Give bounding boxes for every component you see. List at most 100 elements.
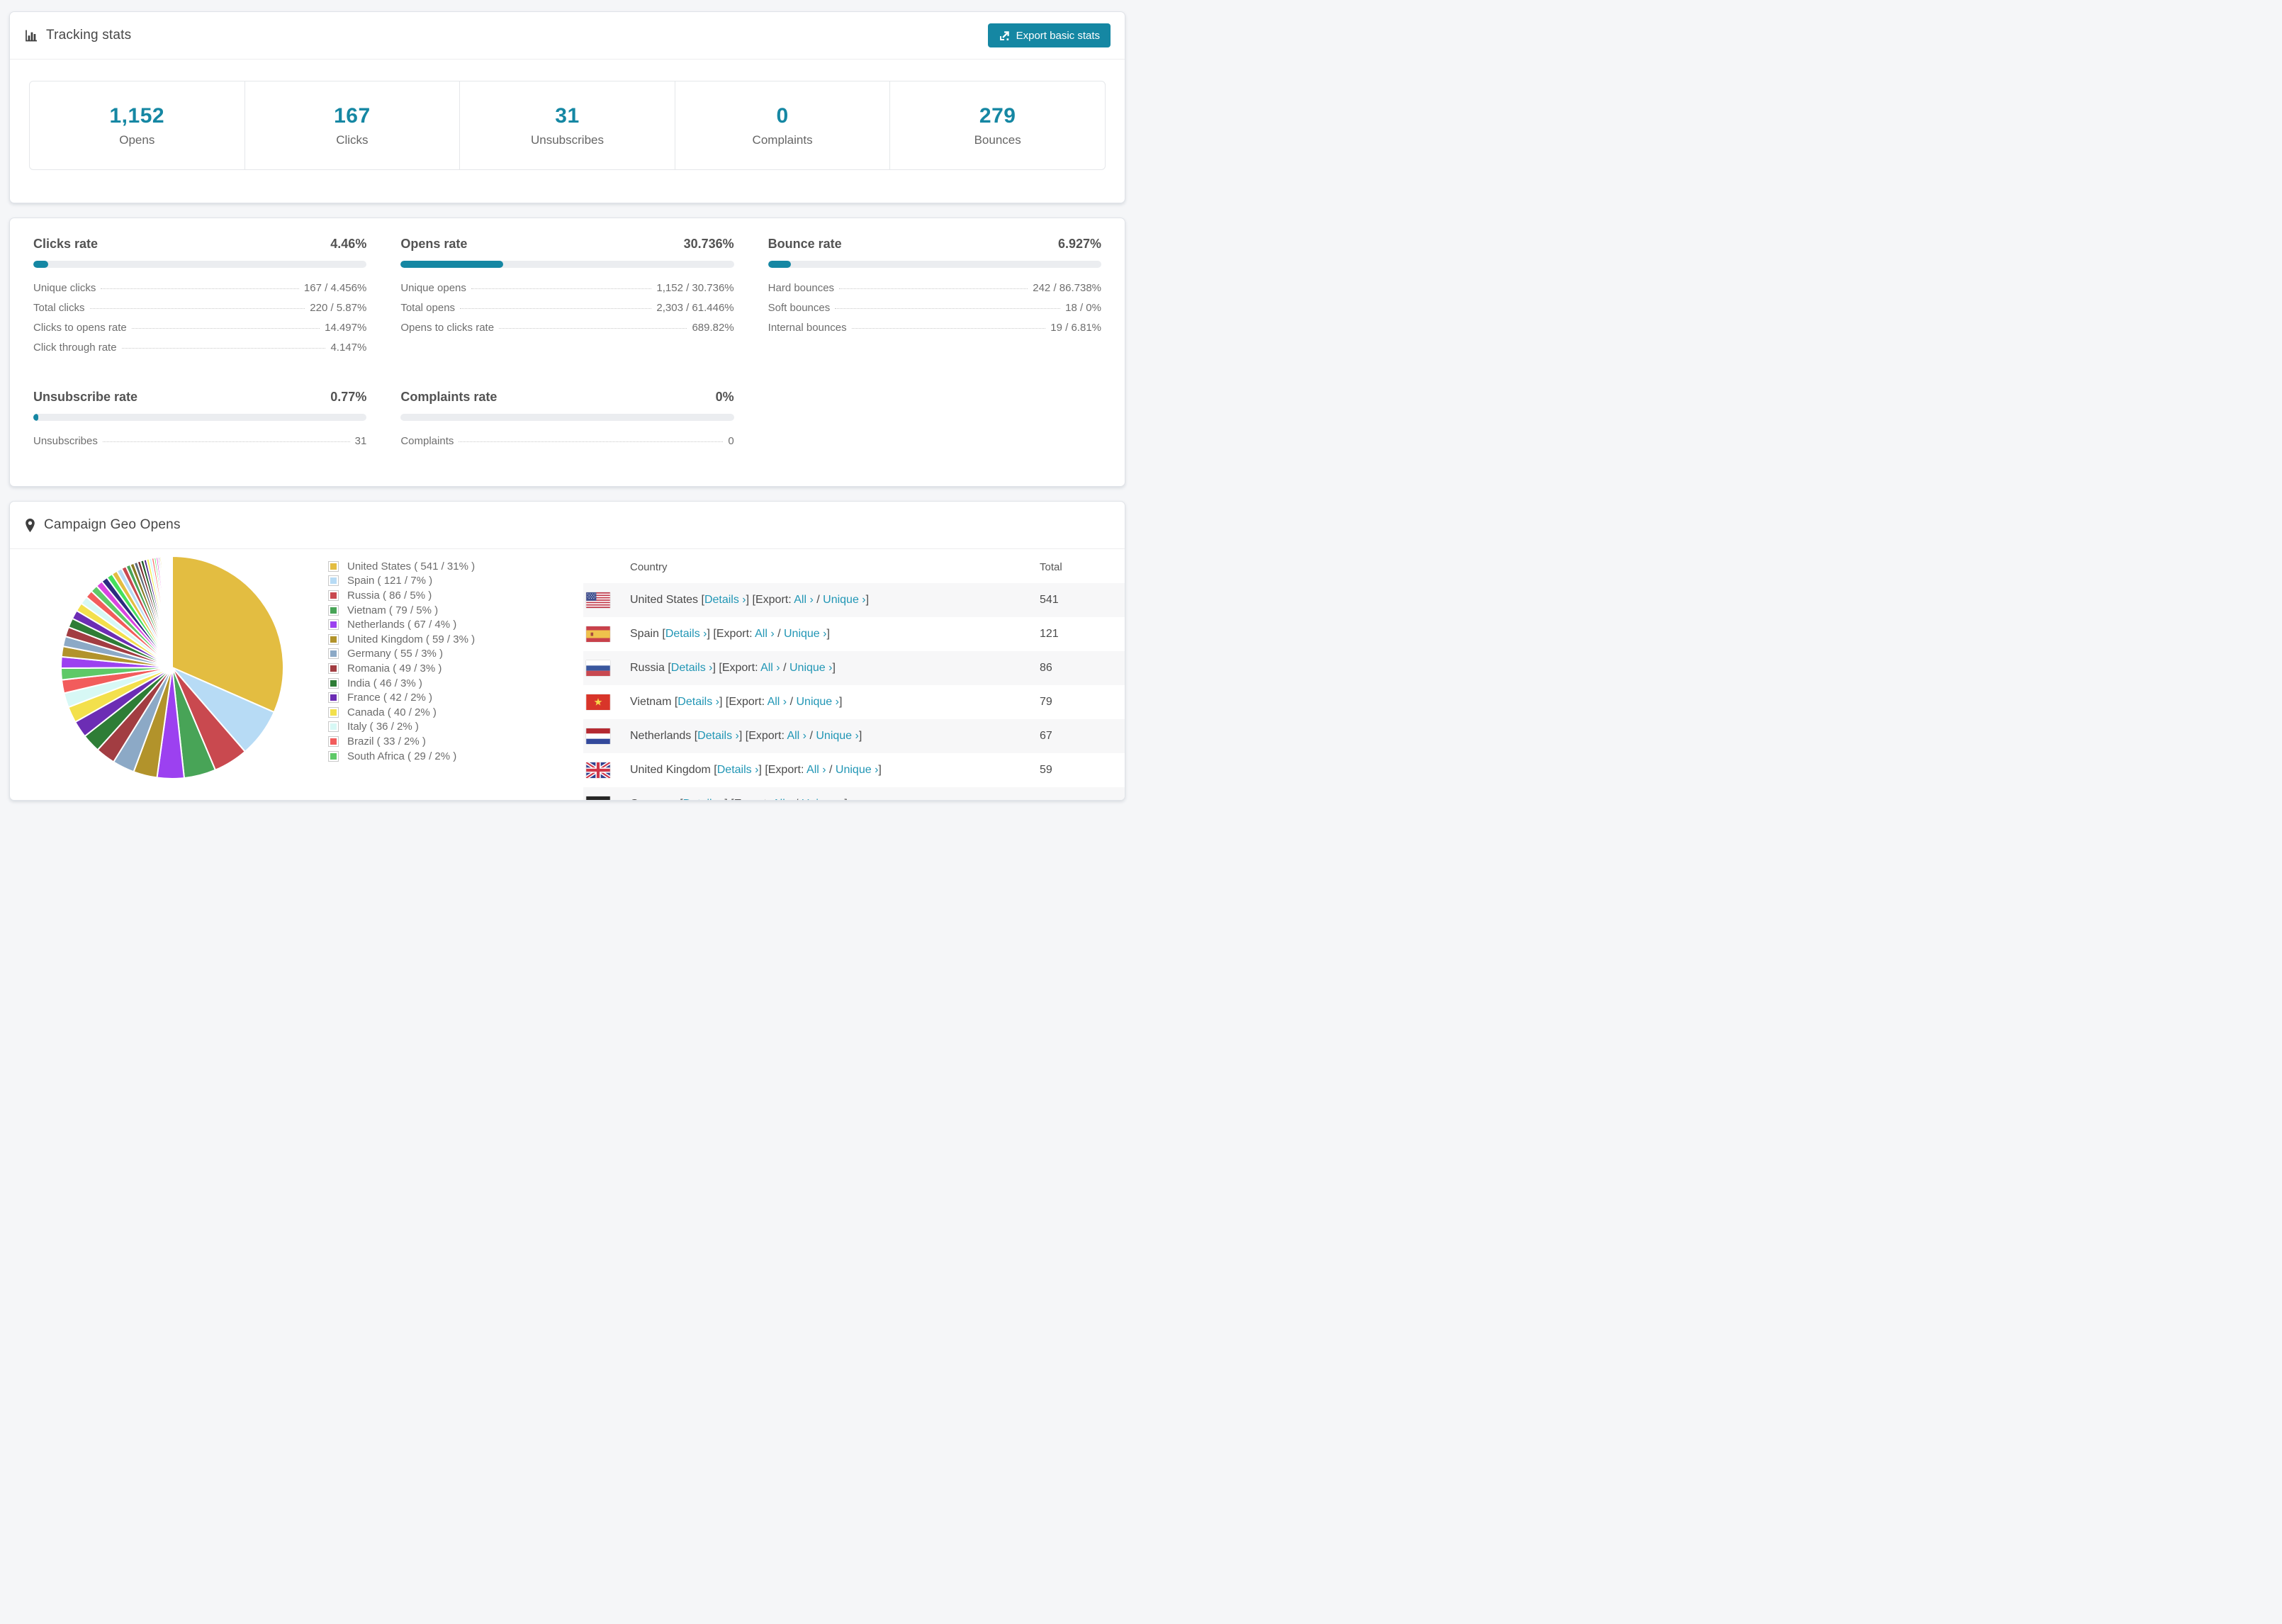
rate-row-value: 689.82% — [692, 322, 734, 334]
legend-swatch-icon — [328, 590, 339, 601]
legend-swatch-icon — [328, 575, 339, 587]
legend-swatch-icon — [328, 706, 339, 718]
legend-label: France ( 42 / 2% ) — [347, 692, 433, 704]
dotted-leader — [835, 308, 1061, 309]
export-basic-stats-label: Export basic stats — [1016, 29, 1100, 42]
bar-chart-icon — [24, 28, 38, 43]
export-unique-link[interactable]: Unique › — [784, 628, 826, 640]
country-name: Germany — [630, 798, 677, 800]
export-all-link[interactable]: All › — [806, 764, 826, 776]
export-unique-link[interactable]: Unique › — [802, 798, 844, 800]
map-pin-icon — [24, 518, 36, 533]
rate-row-unsubscribes: Unsubscribes 31 — [33, 435, 366, 455]
dotted-leader — [131, 328, 320, 329]
export-all-link[interactable]: All › — [772, 798, 792, 800]
progress-track-opens-rate — [400, 261, 734, 268]
geo-body: United States ( 541 / 31% ) Spain ( 121 /… — [10, 549, 1125, 800]
stat-opens: 1,152 Opens — [30, 81, 244, 169]
export-all-link[interactable]: All › — [787, 730, 806, 742]
stat-complaints: 0 Complaints — [674, 81, 890, 169]
rate-row-label: Complaints — [400, 435, 454, 447]
rate-head-complaints-rate: Complaints rate 0% — [400, 390, 734, 405]
export-all-link[interactable]: All › — [794, 594, 814, 606]
export-unique-link[interactable]: Unique › — [816, 730, 858, 742]
export-unique-link[interactable]: Unique › — [823, 594, 865, 606]
details-link[interactable]: Details › — [704, 594, 746, 606]
details-link[interactable]: Details › — [683, 798, 725, 800]
legend-label: United Kingdom ( 59 / 3% ) — [347, 633, 476, 645]
total-cell: 121 — [1040, 628, 1059, 640]
rate-row-hard-bounces: Hard bounces 242 / 86.738% — [768, 282, 1101, 302]
export-unique-link[interactable]: Unique › — [796, 696, 838, 708]
progress-fill-bounce-rate — [768, 261, 792, 268]
tracking-stats-header: Tracking stats Export basic stats — [10, 12, 1125, 59]
dotted-leader — [121, 348, 326, 349]
legend-label: Russia ( 86 / 5% ) — [347, 589, 432, 602]
table-row-united-states: United States [Details ›] [Export: All ›… — [583, 583, 1125, 617]
rate-row-soft-bounces: Soft bounces 18 / 0% — [768, 302, 1101, 322]
legend-swatch-icon — [328, 750, 339, 762]
export-all-link[interactable]: All › — [755, 628, 775, 640]
rate-rows-unsubscribe-rate: Unsubscribes 31 — [33, 435, 366, 455]
stat-value-complaints: 0 — [776, 103, 789, 128]
legend-swatch-icon — [328, 662, 339, 674]
legend-item-south-africa: South Africa ( 29 / 2% ) — [328, 749, 583, 764]
rate-row-value: 220 / 5.87% — [310, 302, 367, 314]
stat-bounces: 279 Bounces — [889, 81, 1105, 169]
legend-swatch-icon — [328, 604, 339, 616]
export-all-link[interactable]: All › — [760, 662, 780, 674]
rate-title-label: Unsubscribe rate — [33, 390, 138, 404]
legend-swatch-icon — [328, 633, 339, 645]
dotted-leader — [471, 288, 652, 289]
details-link[interactable]: Details › — [671, 662, 713, 674]
export-all-link[interactable]: All › — [768, 696, 787, 708]
progress-fill-clicks-rate — [33, 261, 48, 268]
flag-icon-us — [586, 592, 610, 608]
rates-card: Clicks rate 4.46% Unique clicks 167 / 4.456… — [9, 218, 1125, 487]
dashboard-page: Tracking stats Export basic stats 1,152 O… — [0, 0, 1141, 801]
details-link[interactable]: Details › — [665, 628, 707, 640]
details-link[interactable]: Details › — [697, 730, 739, 742]
legend-label: Vietnam ( 79 / 5% ) — [347, 604, 439, 616]
rate-row-value: 19 / 6.81% — [1050, 322, 1101, 334]
legend-label: Canada ( 40 / 2% ) — [347, 706, 437, 718]
rate-rows-complaints-rate: Complaints 0 — [400, 435, 734, 455]
details-link[interactable]: Details › — [717, 764, 759, 776]
geo-header: Campaign Geo Opens — [10, 502, 1125, 548]
legend-swatch-icon — [328, 648, 339, 660]
total-cell: 67 — [1040, 730, 1052, 742]
country-cell: United States [Details ›] [Export: All ›… — [630, 594, 870, 606]
rate-title-label: Complaints rate — [400, 390, 498, 404]
country-name: Vietnam — [630, 696, 672, 708]
stat-label-opens: Opens — [119, 132, 155, 147]
rate-row-label: Unsubscribes — [33, 435, 98, 447]
export-basic-stats-button[interactable]: Export basic stats — [987, 23, 1111, 47]
progress-track-complaints-rate — [400, 414, 734, 421]
rate-rows-opens-rate: Unique opens 1,152 / 30.736% Total opens 2,… — [400, 282, 734, 342]
rate-block-opens-rate: Opens rate 30.736% Unique opens 1,152 / 30.… — [400, 237, 734, 361]
export-unique-link[interactable]: Unique › — [836, 764, 878, 776]
export-unique-link[interactable]: Unique › — [789, 662, 832, 674]
rate-row-label: Total opens — [400, 302, 456, 314]
country-cell: Russia [Details ›] [Export: All › / Uniq… — [630, 662, 836, 674]
stat-value-unsubscribes: 31 — [555, 103, 580, 128]
legend-item-france: France ( 42 / 2% ) — [328, 690, 583, 705]
rate-row-value: 242 / 86.738% — [1033, 282, 1101, 294]
country-cell: Vietnam [Details ›] [Export: All › / Uni… — [630, 696, 843, 708]
stat-value-opens: 1,152 — [109, 103, 165, 128]
rate-row-unique-opens: Unique opens 1,152 / 30.736% — [400, 282, 734, 302]
country-name: Russia — [630, 662, 665, 674]
stat-clicks: 167 Clicks — [244, 81, 460, 169]
tracking-stats-title: Tracking stats — [46, 28, 132, 43]
flag-icon-de — [586, 796, 610, 800]
export-icon — [999, 30, 1011, 42]
rate-row-label: Clicks to opens rate — [33, 322, 127, 334]
table-row-spain: Spain [Details ›] [Export: All › / Uniqu… — [583, 617, 1125, 651]
progress-track-clicks-rate — [33, 261, 367, 268]
progress-fill-opens-rate — [400, 261, 503, 268]
legend-item-spain: Spain ( 121 / 7% ) — [328, 574, 583, 589]
details-link[interactable]: Details › — [678, 696, 719, 708]
rate-row-label: Click through rate — [33, 342, 117, 354]
rate-row-internal-bounces: Internal bounces 19 / 6.81% — [768, 322, 1101, 342]
legend-item-vietnam: Vietnam ( 79 / 5% ) — [328, 603, 583, 618]
